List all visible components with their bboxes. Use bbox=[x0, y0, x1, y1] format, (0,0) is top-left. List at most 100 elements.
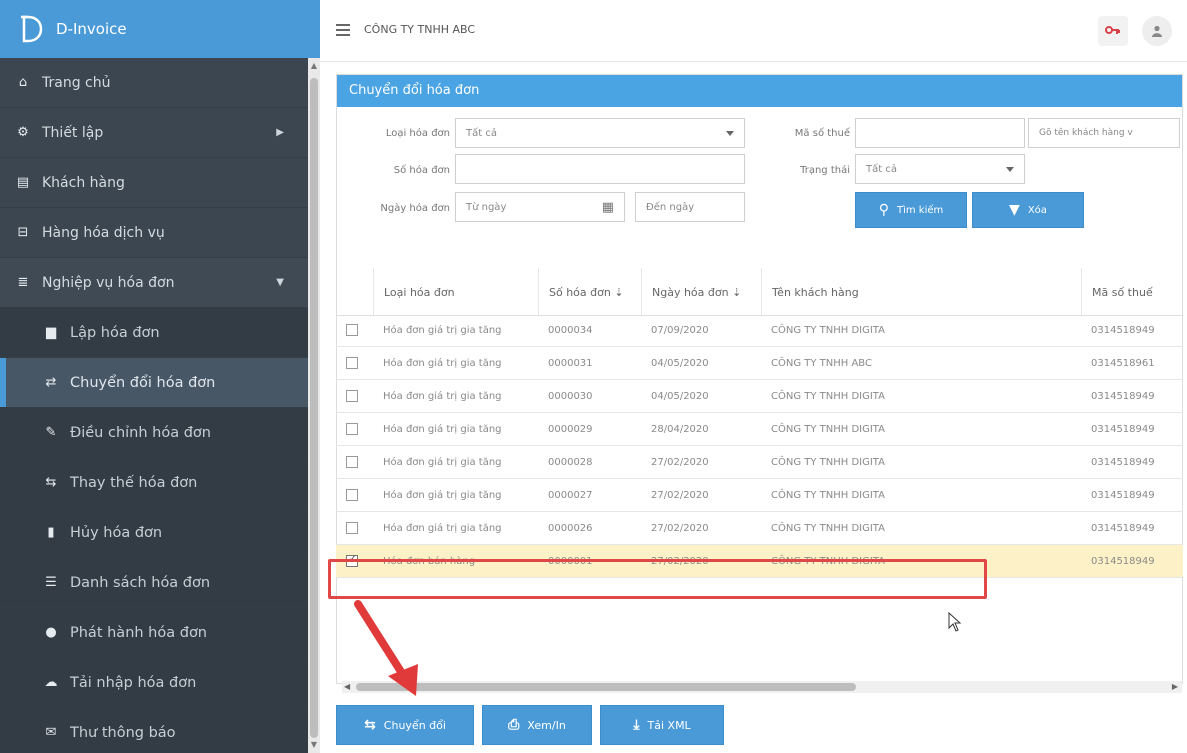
sidebar-item-label: Thay thế hóa đơn bbox=[70, 474, 198, 491]
invoice-number-input[interactable] bbox=[455, 154, 745, 184]
scroll-down-icon[interactable]: ▼ bbox=[308, 739, 320, 751]
cell-invoice-type: Hóa đơn giá trị gia tăng bbox=[383, 424, 502, 435]
sort-icon[interactable]: ⇣ bbox=[732, 286, 741, 299]
header-invoice-date-label: Ngày hóa đơn bbox=[652, 286, 729, 299]
user-avatar[interactable] bbox=[1142, 16, 1172, 46]
sidebar-item-settings[interactable]: ⚙ Thiết lập ▶ bbox=[0, 108, 308, 158]
sidebar-item-replace-invoice[interactable]: ⇆ Thay thế hóa đơn bbox=[0, 458, 308, 508]
menu-toggle-icon[interactable] bbox=[336, 24, 350, 36]
row-checkbox[interactable] bbox=[346, 390, 358, 402]
app-window: D-Invoice ⌂ Trang chủ ⚙ Thiết lập ▶ ▤ Kh… bbox=[0, 0, 1187, 753]
invoice-type-label: Loại hóa đơn bbox=[385, 128, 450, 139]
panel-title: Chuyển đổi hóa đơn bbox=[337, 75, 1182, 107]
table-row[interactable]: Hóa đơn giá trị gia tăng 0000026 27/02/2… bbox=[336, 512, 1183, 545]
sidebar-item-label: Tải nhập hóa đơn bbox=[70, 674, 197, 691]
header-invoice-date[interactable]: Ngày hóa đơn ⇣ bbox=[641, 268, 761, 316]
retweet-icon: ⇆ bbox=[364, 717, 376, 733]
cell-customer-name: CÔNG TY TNHH DIGITA bbox=[771, 490, 885, 501]
sidebar-item-label: Nghiệp vụ hóa đơn bbox=[42, 274, 175, 291]
sidebar-item-label: Chuyển đổi hóa đơn bbox=[70, 374, 216, 391]
sidebar-item-invoice-list[interactable]: ☰ Danh sách hóa đơn bbox=[0, 558, 308, 608]
scroll-up-icon[interactable]: ▲ bbox=[308, 60, 320, 72]
sidebar-scrollbar[interactable]: ▲ ▼ bbox=[308, 58, 320, 753]
sidebar-scroll-thumb[interactable] bbox=[310, 78, 318, 738]
cell-invoice-date: 28/04/2020 bbox=[651, 424, 709, 435]
row-checkbox[interactable] bbox=[346, 423, 358, 435]
table-row[interactable]: Hóa đơn giá trị gia tăng 0000027 27/02/2… bbox=[336, 479, 1183, 512]
sidebar-item-adjust-invoice[interactable]: ✎ Điều chỉnh hóa đơn bbox=[0, 408, 308, 458]
tax-code-input[interactable] bbox=[855, 118, 1025, 148]
basket-icon: ⊟ bbox=[17, 225, 29, 240]
view-print-button[interactable]: ⎙ Xem/In bbox=[482, 705, 592, 745]
row-checkbox[interactable] bbox=[346, 456, 358, 468]
search-button[interactable]: ⚲ Tìm kiếm bbox=[855, 192, 967, 228]
sort-icon[interactable]: ⇣ bbox=[614, 286, 623, 299]
header-invoice-type[interactable]: Loại hóa đơn bbox=[373, 268, 538, 316]
table-header: Loại hóa đơn Số hóa đơn ⇣ Ngày hóa đơn ⇣… bbox=[336, 268, 1183, 316]
header-invoice-number[interactable]: Số hóa đơn ⇣ bbox=[538, 268, 641, 316]
sidebar-item-import-invoice[interactable]: ☁ Tải nhập hóa đơn bbox=[0, 658, 308, 708]
cell-invoice-type: Hóa đơn giá trị gia tăng bbox=[383, 391, 502, 402]
to-date-input[interactable]: Đến ngày bbox=[635, 192, 745, 222]
table-horizontal-scrollbar[interactable]: ◀ ▶ bbox=[342, 681, 1182, 693]
sidebar-item-convert-invoice[interactable]: ⇄ Chuyển đổi hóa đơn bbox=[0, 358, 308, 408]
sidebar-item-cancel-invoice[interactable]: ▮ Hủy hóa đơn bbox=[0, 508, 308, 558]
sidebar-item-label: Lập hóa đơn bbox=[70, 324, 160, 341]
row-checkbox[interactable] bbox=[346, 489, 358, 501]
cell-invoice-date: 04/05/2020 bbox=[651, 358, 709, 369]
sidebar-item-notification-mail[interactable]: ✉ Thư thông báo bbox=[0, 708, 308, 753]
sidebar-item-create-invoice[interactable]: ▆ Lập hóa đơn bbox=[0, 308, 308, 358]
download-xml-button[interactable]: ⤓ Tải XML bbox=[600, 705, 724, 745]
download-icon: ⤓ bbox=[633, 717, 640, 733]
cell-tax-code: 0314518949 bbox=[1091, 556, 1155, 567]
sidebar-item-issue-invoice[interactable]: ● Phát hành hóa đơn bbox=[0, 608, 308, 658]
row-checkbox[interactable] bbox=[346, 357, 358, 369]
brand-bar[interactable]: D-Invoice bbox=[0, 0, 320, 58]
status-select[interactable]: Tất cả bbox=[855, 154, 1025, 184]
table-row[interactable]: Hóa đơn giá trị gia tăng 0000034 07/09/2… bbox=[336, 314, 1183, 347]
key-button[interactable] bbox=[1098, 16, 1128, 46]
sidebar-item-customers[interactable]: ▤ Khách hàng bbox=[0, 158, 308, 208]
sidebar-item-home[interactable]: ⌂ Trang chủ bbox=[0, 58, 308, 108]
cell-invoice-date: 27/02/2020 bbox=[651, 457, 709, 468]
cell-tax-code: 0314518949 bbox=[1091, 424, 1155, 435]
cell-invoice-number: 0000029 bbox=[548, 424, 593, 435]
invoice-type-select[interactable]: Tất cả bbox=[455, 118, 745, 148]
cell-invoice-date: 27/02/2020 bbox=[651, 490, 709, 501]
sidebar-item-label: Danh sách hóa đơn bbox=[70, 574, 211, 591]
table-row[interactable]: Hóa đơn giá trị gia tăng 0000028 27/02/2… bbox=[336, 446, 1183, 479]
to-date-placeholder: Đến ngày bbox=[646, 201, 695, 213]
from-date-input[interactable]: Từ ngày ▦ bbox=[455, 192, 625, 222]
view-print-button-label: Xem/In bbox=[527, 718, 566, 732]
edit-icon: ✎ bbox=[45, 425, 57, 440]
cell-tax-code: 0314518961 bbox=[1091, 358, 1155, 369]
id-card-icon: ▤ bbox=[16, 175, 30, 190]
table-row[interactable]: Hóa đơn giá trị gia tăng 0000030 04/05/2… bbox=[336, 380, 1183, 413]
cell-invoice-date: 27/02/2020 bbox=[651, 523, 709, 534]
sidebar-item-label: Khách hàng bbox=[42, 174, 125, 191]
sidebar-item-invoice-operations[interactable]: ≣ Nghiệp vụ hóa đơn ▼ bbox=[0, 258, 308, 308]
caret-down-icon bbox=[1006, 167, 1014, 172]
customer-search-input[interactable]: Gõ tên khách hàng v bbox=[1028, 118, 1180, 148]
cell-tax-code: 0314518949 bbox=[1091, 490, 1155, 501]
cell-invoice-type: Hóa đơn giá trị gia tăng bbox=[383, 523, 502, 534]
row-checkbox[interactable] bbox=[346, 324, 358, 336]
cell-customer-name: CÔNG TY TNHH ABC bbox=[771, 358, 872, 369]
scroll-right-icon[interactable]: ▶ bbox=[1172, 681, 1178, 693]
calendar-icon[interactable]: ▦ bbox=[602, 200, 614, 215]
header-invoice-number-label: Số hóa đơn bbox=[549, 286, 611, 299]
sidebar-item-goods-services[interactable]: ⊟ Hàng hóa dịch vụ bbox=[0, 208, 308, 258]
cell-customer-name: CÔNG TY TNHH DIGITA bbox=[771, 523, 885, 534]
header-tax-code[interactable]: Mã số thuế bbox=[1081, 268, 1183, 316]
exchange-icon: ⇄ bbox=[45, 375, 57, 390]
table-row[interactable]: Hóa đơn giá trị gia tăng 0000031 04/05/2… bbox=[336, 347, 1183, 380]
cell-invoice-number: 0000028 bbox=[548, 457, 593, 468]
row-checkbox[interactable] bbox=[346, 522, 358, 534]
table-row[interactable]: Hóa đơn giá trị gia tăng 0000029 28/04/2… bbox=[336, 413, 1183, 446]
cell-customer-name: CÔNG TY TNHH DIGITA bbox=[771, 391, 885, 402]
header-customer-name[interactable]: Tên khách hàng bbox=[761, 268, 1081, 316]
convert-button-label: Chuyển đổi bbox=[383, 718, 446, 732]
clear-filter-button[interactable]: ▼ Xóa bbox=[972, 192, 1084, 228]
brand-name: D-Invoice bbox=[56, 20, 127, 38]
envelope-icon: ✉ bbox=[45, 725, 57, 740]
